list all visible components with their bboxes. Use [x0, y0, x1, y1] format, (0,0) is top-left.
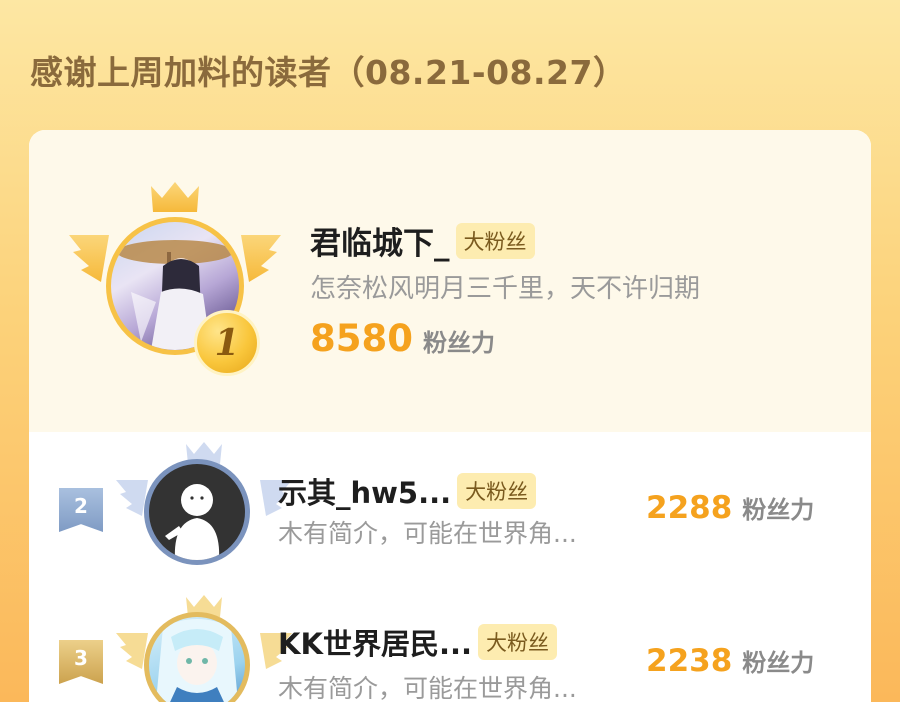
score-value: 8580: [310, 317, 413, 360]
fan-level-badge: 大粉丝: [455, 222, 535, 259]
rank-medal: 1: [194, 310, 260, 376]
score-unit: 粉丝力: [742, 649, 815, 677]
user-bio: 木有简介，可能在世界角...: [278, 674, 577, 702]
username[interactable]: KK世界居民...: [278, 621, 472, 663]
score-unit: 粉丝力: [742, 496, 815, 524]
score-unit: 粉丝力: [422, 329, 495, 357]
fan-power-score: 2238 粉丝力: [646, 643, 814, 679]
username[interactable]: 示其_hw5...: [278, 470, 451, 512]
username[interactable]: 君临城下_: [310, 218, 450, 263]
list-item[interactable]: 3 KK世界居民... 大粉丝 木有简介，可能在世界角... 2238 粉丝力: [29, 585, 871, 702]
score-value: 2238: [646, 643, 733, 679]
fan-level-badge: 大粉丝: [478, 624, 557, 660]
user-bio: 怎奈松风明月三千里，天不许归期: [310, 274, 701, 304]
ranking-card: 1 君临城下_ 大粉丝 怎奈松风明月三千里，天不许归期 8580 粉丝力 2 示…: [29, 130, 871, 702]
score-value: 2288: [646, 490, 733, 526]
fan-power-score: 2288 粉丝力: [646, 490, 814, 526]
user-bio: 木有简介，可能在世界角...: [278, 519, 577, 548]
avatar[interactable]: [144, 459, 250, 565]
list-item[interactable]: 2 示其_hw5... 大粉丝 木有简介，可能在世界角... 2288 粉丝力: [29, 432, 871, 582]
rank-flag: 2: [59, 488, 103, 532]
page-title: 感谢上周加料的读者（08.21-08.27）: [30, 53, 627, 92]
top-fan-section[interactable]: 1 君临城下_ 大粉丝 怎奈松风明月三千里，天不许归期 8580 粉丝力: [29, 130, 871, 432]
rank-flag: 3: [59, 640, 103, 684]
fan-power-score: 8580 粉丝力: [310, 317, 495, 360]
fan-level-badge: 大粉丝: [457, 473, 537, 509]
